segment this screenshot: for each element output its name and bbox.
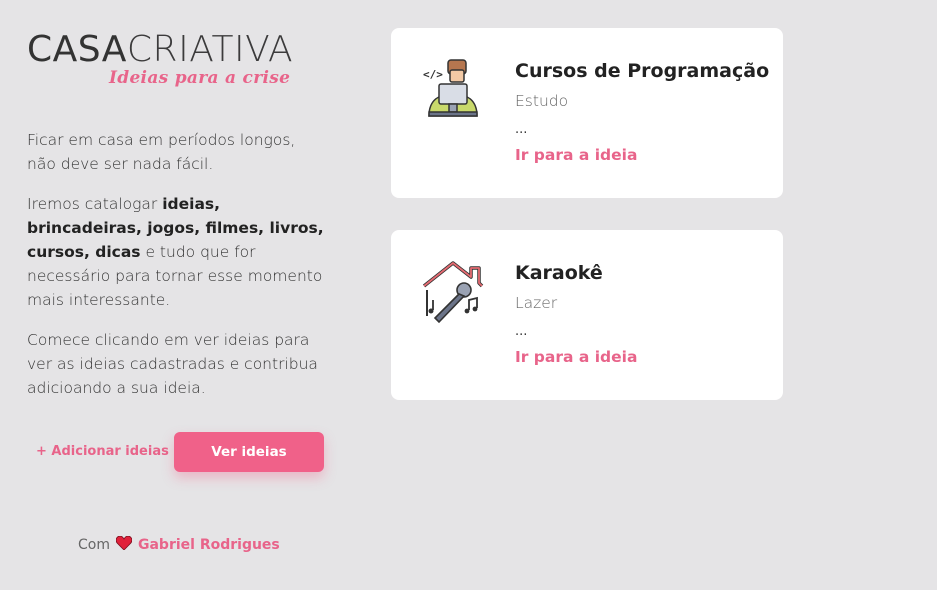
karaoke-icon [421, 260, 485, 324]
svg-text:</>: </> [423, 68, 443, 81]
programmer-icon: </> [421, 58, 485, 122]
logo-title-bold: CASA [27, 29, 127, 70]
logo: CASACRIATIVA Ideias para a crise [27, 32, 327, 92]
card-link[interactable]: Ir para a ideia [515, 146, 637, 164]
card-category: Estudo [515, 92, 569, 110]
card-more: ... [515, 324, 528, 339]
footer-prefix: Com [78, 537, 110, 553]
add-ideas-link[interactable]: + Adicionar ideias [36, 444, 169, 459]
description-p3: Comece clicando em ver ideias para ver a… [27, 331, 318, 397]
description: Ficar em casa em períodos longos, não de… [27, 128, 327, 400]
idea-card: Karaokê Lazer ... Ir para a ideia [391, 230, 783, 400]
sidebar: CASACRIATIVA Ideias para a crise Ficar e… [27, 32, 327, 472]
card-title: Cursos de Programação [515, 60, 770, 82]
card-category: Lazer [515, 294, 558, 312]
heart-icon [115, 535, 133, 554]
idea-card: </> Cursos de Programação Estudo ... Ir … [391, 28, 783, 198]
footer-author[interactable]: Gabriel Rodrigues [138, 537, 280, 553]
see-ideas-button[interactable]: Ver ideias [174, 432, 324, 472]
footer: Com Gabriel Rodrigues [78, 535, 280, 554]
card-more: ... [515, 122, 528, 137]
actions: + Adicionar ideias Ver ideias [27, 432, 327, 472]
card-link[interactable]: Ir para a ideia [515, 348, 637, 366]
description-p2-intro: Iremos catalogar [27, 195, 163, 213]
description-p2: Iremos catalogar ideias, brincadeiras, j… [27, 192, 327, 312]
logo-title: CASACRIATIVA [27, 32, 327, 68]
logo-tagline: Ideias para a crise [109, 68, 291, 88]
logo-title-light: CRIATIVA [126, 29, 294, 70]
card-title: Karaokê [515, 262, 603, 284]
description-p1: Ficar em casa em períodos longos, não de… [27, 131, 296, 173]
